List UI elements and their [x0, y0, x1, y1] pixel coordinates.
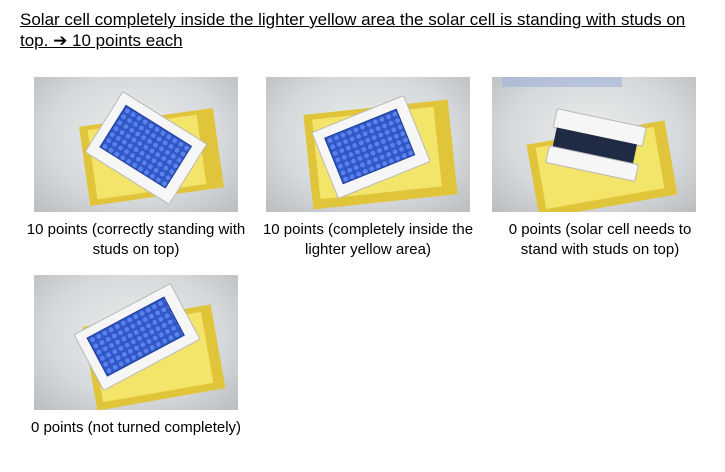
example-caption-3: 0 points (solar cell needs to stand with… [508, 221, 692, 258]
example-photo-2 [266, 77, 470, 212]
example-photo-4 [34, 275, 238, 410]
background-solar-cell [502, 77, 622, 87]
example-caption-4: 0 points (not turned completely) [30, 419, 242, 436]
example-caption-1: 10 points (correctly standing with studs… [26, 221, 246, 258]
example-photo-1 [34, 77, 238, 212]
example-caption-2: 10 points (completely inside the lighter… [262, 221, 474, 258]
example-photo-3 [492, 77, 696, 212]
scoring-heading: Solar cell completely inside the lighter… [20, 10, 686, 50]
